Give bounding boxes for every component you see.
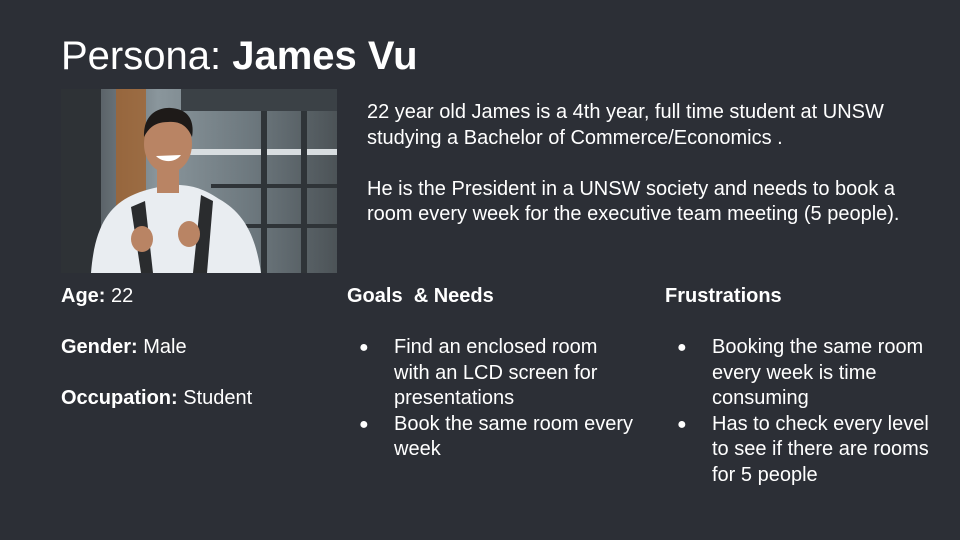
goals-section: Goals & Needs ● Find an enclosed room wit… [347,284,637,463]
title-prefix: Persona: [61,34,233,78]
frustration-text: Has to check every level to see if there… [712,412,929,486]
list-item: ● Booking the same room every week is tim… [665,335,935,412]
list-item: ● Has to check every level to see if ther… [665,412,935,489]
frustrations-heading: Frustrations [665,285,782,307]
goal-text: Find an enclosed room with an LCD screen… [394,336,598,409]
age-field: Age: 22 [61,284,331,310]
demographics: Age: 22 Gender: Male Occupation: Student [61,284,331,412]
bullet-icon: ● [359,339,369,356]
bullet-icon: ● [359,415,369,433]
occupation-label: Occupation: [61,387,178,409]
list-item: ● Find an enclosed room with an LCD scree… [347,335,637,412]
persona-bio: 22 year old James is a 4th year, full ti… [367,100,927,228]
bullet-icon: ● [677,339,687,356]
occupation-field: Occupation: Student [61,386,331,412]
persona-photo [61,89,337,273]
persona-photo-illustration [61,89,337,273]
goals-list: ● Find an enclosed room with an LCD scree… [347,335,637,463]
bio-paragraph-1: 22 year old James is a 4th year, full ti… [367,101,884,149]
occupation-value: Student [177,387,253,409]
gender-field: Gender: Male [61,335,331,361]
gender-label: Gender: [61,336,138,358]
list-item: ● Book the same room every week [347,412,637,463]
frustrations-section: Frustrations ● Booking the same room ever… [665,284,935,488]
age-label: Age: [61,285,106,307]
age-value: 22 [105,285,134,307]
goal-text: Book the same room every week [394,412,633,461]
slide-title: Persona: James Vu [61,34,418,78]
bio-paragraph-2: He is the President in a UNSW society an… [367,177,900,226]
bullet-icon: ● [677,415,687,433]
frustrations-list: ● Booking the same room every week is tim… [665,335,935,488]
goals-heading: Goals & Needs [347,285,494,307]
frustration-text: Booking the same room every week is time… [712,336,924,409]
gender-value: Male [137,336,187,358]
persona-name: James Vu [232,34,418,78]
